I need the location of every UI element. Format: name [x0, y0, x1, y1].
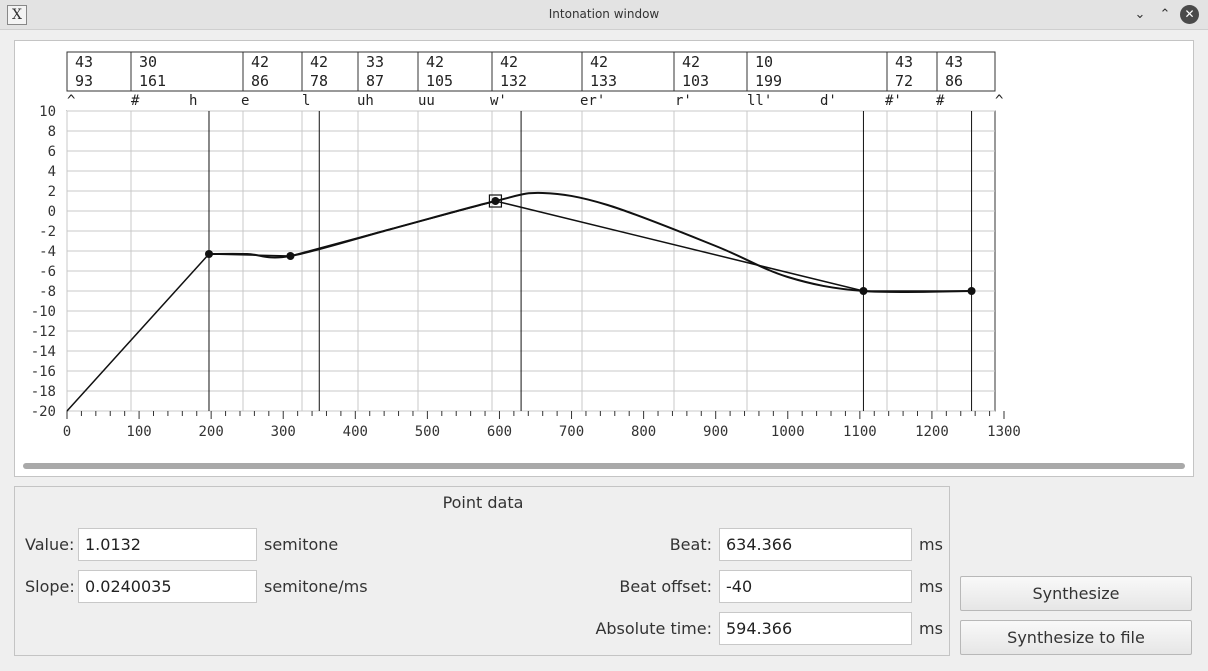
rule-bottom-value: 161 — [139, 72, 166, 90]
axis-ticks — [66, 411, 1005, 419]
rule-bottom-value: 93 — [75, 72, 93, 90]
rule-top-value: 30 — [139, 53, 157, 71]
x-tick-label: 0 — [63, 424, 71, 440]
rule-top-value: 42 — [500, 53, 518, 71]
phoneme-label: r' — [675, 93, 692, 109]
phoneme-label: uu — [418, 93, 435, 109]
beat-offset-field[interactable] — [719, 570, 912, 603]
y-tick-label: 6 — [48, 144, 56, 160]
rule-bottom-value: 87 — [366, 72, 384, 90]
beat-offset-label: Beat offset: — [619, 577, 712, 596]
x-tick-label: 200 — [199, 424, 224, 440]
rule-top-value: 43 — [945, 53, 963, 71]
intonation-point[interactable] — [491, 197, 500, 205]
rule-bottom-value: 86 — [251, 72, 269, 90]
phoneme-label: ^ — [67, 93, 75, 109]
absolute-time-unit: ms — [919, 619, 943, 638]
phoneme-label: h — [189, 93, 197, 109]
synthesize-to-file-button[interactable]: Synthesize to file — [960, 620, 1192, 655]
x-tick-label: 1200 — [915, 424, 949, 440]
y-tick-label: -18 — [31, 384, 56, 400]
rule-top-value: 42 — [310, 53, 328, 71]
absolute-time-label: Absolute time: — [595, 619, 712, 638]
rule-top-value: 43 — [75, 53, 93, 71]
y-tick-label: 0 — [48, 204, 56, 220]
phoneme-label: w' — [490, 93, 507, 109]
chart-grid — [66, 110, 996, 412]
intonation-point[interactable] — [967, 287, 976, 295]
rule-top-value: 33 — [366, 53, 384, 71]
beat-offset-unit: ms — [919, 577, 943, 596]
rule-bottom-value: 105 — [426, 72, 453, 90]
x-tick-label: 100 — [126, 424, 151, 440]
x-tick-label: 900 — [703, 424, 728, 440]
x-tick-label: 1000 — [771, 424, 805, 440]
y-tick-label: -8 — [39, 284, 56, 300]
intonation-point[interactable] — [204, 250, 213, 258]
slope-label: Slope: — [25, 577, 75, 596]
value-field[interactable] — [78, 528, 257, 561]
y-tick-label: -10 — [31, 304, 56, 320]
beat-field[interactable] — [719, 528, 912, 561]
phoneme-label: uh — [357, 93, 374, 109]
x-tick-label: 800 — [631, 424, 656, 440]
value-label: Value: — [25, 535, 75, 554]
rule-table: 4393301614286427833874210542132421334210… — [66, 51, 1003, 109]
rule-bottom-value: 132 — [500, 72, 527, 90]
slope-field[interactable] — [78, 570, 257, 603]
y-tick-label: -16 — [31, 364, 56, 380]
y-tick-label: -4 — [39, 244, 56, 260]
y-tick-label: -12 — [31, 324, 56, 340]
rule-bottom-value: 72 — [895, 72, 913, 90]
phoneme-label: er' — [580, 93, 605, 109]
phoneme-label: d' — [820, 93, 837, 109]
rule-top-value: 42 — [251, 53, 269, 71]
y-tick-label: 8 — [48, 124, 56, 140]
rule-top-value: 43 — [895, 53, 913, 71]
x-tick-label: 400 — [343, 424, 368, 440]
rule-bottom-value: 86 — [945, 72, 963, 90]
x-tick-label: 500 — [415, 424, 440, 440]
y-tick-label: -14 — [31, 344, 56, 360]
phoneme-label: e — [241, 93, 249, 109]
point-data-title: Point data — [442, 493, 524, 512]
intonation-chart[interactable]: 4393301614286427833874210542132421334210… — [0, 0, 1208, 480]
y-tick-label: 2 — [48, 184, 56, 200]
rule-top-value: 42 — [426, 53, 444, 71]
intonation-point[interactable] — [859, 287, 868, 295]
rule-bottom-value: 78 — [310, 72, 328, 90]
intonation-point[interactable] — [286, 252, 295, 260]
phoneme-label: ^ — [995, 93, 1003, 109]
horizontal-scrollbar[interactable] — [23, 463, 1185, 469]
value-unit: semitone — [264, 535, 339, 554]
x-tick-label: 1300 — [987, 424, 1021, 440]
rule-table-frame — [66, 51, 996, 92]
rule-top-value: 42 — [590, 53, 608, 71]
beat-label: Beat: — [669, 535, 712, 554]
x-tick-label: 1100 — [843, 424, 877, 440]
x-tick-label: 300 — [271, 424, 296, 440]
x-tick-label: 600 — [487, 424, 512, 440]
rule-bottom-value: 133 — [590, 72, 617, 90]
y-tick-label: -2 — [39, 224, 56, 240]
slope-unit: semitone/ms — [264, 577, 368, 596]
y-tick-label: 4 — [48, 164, 56, 180]
phoneme-label: ll' — [747, 93, 772, 109]
synthesize-button[interactable]: Synthesize — [960, 576, 1192, 611]
absolute-time-field[interactable] — [719, 612, 912, 645]
y-tick-label: 10 — [39, 104, 56, 120]
phoneme-label: l — [302, 93, 310, 109]
plot-frame — [66, 110, 996, 412]
beat-unit: ms — [919, 535, 943, 554]
rule-bottom-value: 103 — [682, 72, 709, 90]
rule-top-value: 10 — [755, 53, 773, 71]
rule-bottom-value: 199 — [755, 72, 782, 90]
y-tick-label: -20 — [31, 404, 56, 420]
phoneme-label: #' — [885, 93, 902, 109]
phoneme-label: # — [131, 93, 140, 109]
y-tick-label: -6 — [39, 264, 56, 280]
rule-top-value: 42 — [682, 53, 700, 71]
x-tick-label: 700 — [559, 424, 584, 440]
phoneme-label: # — [936, 93, 945, 109]
